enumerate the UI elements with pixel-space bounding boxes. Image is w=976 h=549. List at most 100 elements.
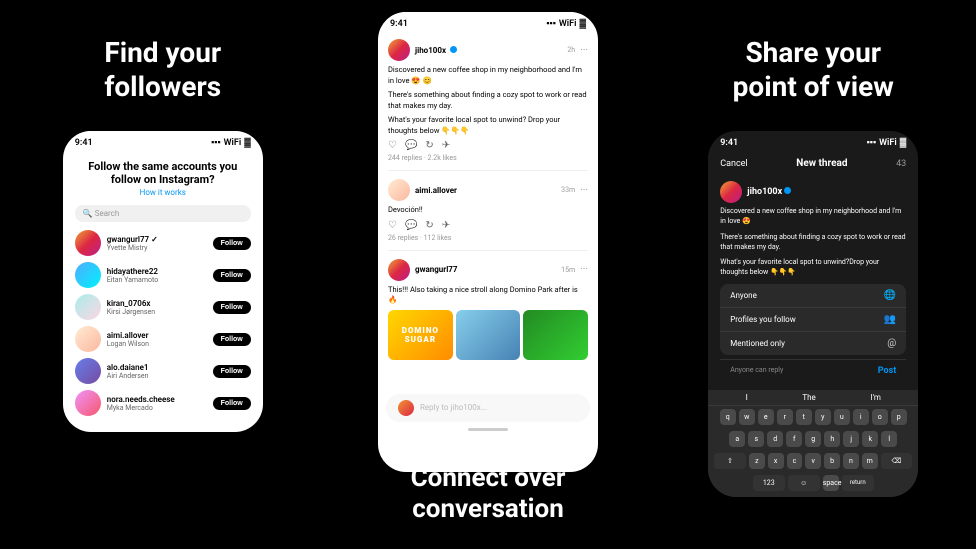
home-indicator xyxy=(468,428,508,431)
avatar-nora xyxy=(75,390,101,416)
post-2-username: aimi.allover xyxy=(415,186,556,195)
heart-icon-2[interactable]: ♡ xyxy=(388,220,397,231)
more-options-3[interactable]: ··· xyxy=(580,264,588,275)
signal-icon-right: ▪▪▪ xyxy=(867,137,877,148)
reply-option-mentioned[interactable]: Mentioned only @ xyxy=(720,332,906,355)
key-shift[interactable]: ⇧ xyxy=(714,453,746,469)
post-3-username: gwangurl77 xyxy=(415,265,556,274)
wifi-icon-right: WiFi xyxy=(879,138,897,148)
key-h[interactable]: h xyxy=(824,431,840,447)
status-bar-left: 9:41 ▪▪▪ WiFi ▓ xyxy=(63,131,263,150)
status-bar-right: 9:41 ▪▪▪ WiFi ▓ xyxy=(708,131,918,150)
share-icon-2[interactable]: ✈ xyxy=(442,220,450,231)
verified-badge-compose xyxy=(784,187,791,194)
avatar-hidayathere22 xyxy=(75,262,101,288)
key-r[interactable]: r xyxy=(777,409,793,425)
quick-word-2[interactable]: The xyxy=(802,393,815,402)
post-1-time: 2h xyxy=(567,46,575,54)
key-emoji[interactable]: ☺ xyxy=(788,475,820,491)
comment-icon-2[interactable]: 💬 xyxy=(405,220,417,231)
compose-title: New thread xyxy=(796,158,847,169)
left-phone-content: Follow the same accounts you follow on I… xyxy=(63,150,263,432)
key-s[interactable]: s xyxy=(748,431,764,447)
key-f[interactable]: f xyxy=(786,431,802,447)
park-image xyxy=(456,310,521,360)
key-q[interactable]: q xyxy=(720,409,736,425)
sign-image xyxy=(523,310,588,360)
key-return[interactable]: return xyxy=(842,475,874,491)
key-o[interactable]: o xyxy=(872,409,888,425)
key-m[interactable]: m xyxy=(862,453,878,469)
follow-button-4[interactable]: Follow xyxy=(213,333,251,346)
follow-button-1[interactable]: Follow xyxy=(213,237,251,250)
key-t[interactable]: t xyxy=(796,409,812,425)
post-button[interactable]: Post xyxy=(878,366,897,376)
key-v[interactable]: v xyxy=(805,453,821,469)
key-a[interactable]: a xyxy=(729,431,745,447)
avatar-aimi xyxy=(75,326,101,352)
at-icon: @ xyxy=(887,338,896,349)
keyboard: I The I'm q w e r t y u i o p a s d f xyxy=(708,390,918,497)
key-u[interactable]: u xyxy=(834,409,850,425)
quick-word-1[interactable]: I xyxy=(746,393,748,402)
left-panel: Find your followers 9:41 ▪▪▪ WiFi ▓ Foll… xyxy=(0,0,326,549)
post-1-avatar xyxy=(388,39,410,61)
key-b[interactable]: b xyxy=(824,453,840,469)
post-2-text: Devoción!! xyxy=(388,205,588,216)
follow-button-6[interactable]: Follow xyxy=(213,397,251,410)
more-options-1[interactable]: ··· xyxy=(580,45,588,56)
reply-option-following[interactable]: Profiles you follow 👥 xyxy=(720,308,906,332)
more-options-2[interactable]: ··· xyxy=(580,185,588,196)
key-n[interactable]: n xyxy=(843,453,859,469)
cancel-button[interactable]: Cancel xyxy=(720,159,747,169)
post-1: jiho100x 2h ··· Discovered a new coffee … xyxy=(388,39,588,171)
post-3-time: 15m xyxy=(561,266,575,274)
people-icon: 👥 xyxy=(884,314,896,325)
follow-button-5[interactable]: Follow xyxy=(213,365,251,378)
avatar-alo xyxy=(75,358,101,384)
right-phone: 9:41 ▪▪▪ WiFi ▓ Cancel New thread 43 jih… xyxy=(708,131,918,497)
post-3-text: This!!! Also taking a nice stroll along … xyxy=(388,285,588,306)
reply-input[interactable]: Reply to jiho100x... xyxy=(386,394,590,422)
key-x[interactable]: x xyxy=(768,453,784,469)
key-i[interactable]: i xyxy=(853,409,869,425)
quick-word-3[interactable]: I'm xyxy=(870,393,881,402)
key-k[interactable]: k xyxy=(862,431,878,447)
follow-item-2: hidayathere22 Eitan Yamamoto Follow xyxy=(75,262,251,288)
repost-icon-1[interactable]: ↻ xyxy=(425,140,433,151)
signal-icon-mid: ▪▪▪ xyxy=(546,18,556,29)
share-icon-1[interactable]: ✈ xyxy=(442,140,450,151)
search-bar[interactable]: 🔍 Search xyxy=(75,205,251,222)
keyboard-row-4: 123 ☺ space return xyxy=(708,472,918,497)
key-y[interactable]: y xyxy=(815,409,831,425)
key-backspace[interactable]: ⌫ xyxy=(881,453,913,469)
domino-image: DOMINOSUGAR xyxy=(388,310,453,360)
keyboard-row-3: ⇧ z x c v b n m ⌫ xyxy=(708,450,918,472)
follow-button-3[interactable]: Follow xyxy=(213,301,251,314)
key-g[interactable]: g xyxy=(805,431,821,447)
verified-badge-1 xyxy=(450,46,457,53)
follow-item-5: alo.daiane1 Airi Andersen Follow xyxy=(75,358,251,384)
key-d[interactable]: d xyxy=(767,431,783,447)
how-it-works-link[interactable]: How it works xyxy=(75,188,251,197)
comment-icon-1[interactable]: 💬 xyxy=(405,140,417,151)
battery-icon-right: ▓ xyxy=(900,137,907,148)
post-2-avatar xyxy=(388,179,410,201)
heart-icon-1[interactable]: ♡ xyxy=(388,140,397,151)
anyone-label: Anyone can reply xyxy=(730,366,783,376)
key-j[interactable]: j xyxy=(843,431,859,447)
key-w[interactable]: w xyxy=(739,409,755,425)
key-c[interactable]: c xyxy=(787,453,803,469)
reply-options: Anyone 🌐 Profiles you follow 👥 Mentioned… xyxy=(720,284,906,355)
repost-icon-2[interactable]: ↻ xyxy=(425,220,433,231)
follow-button-2[interactable]: Follow xyxy=(213,269,251,282)
key-numbers[interactable]: 123 xyxy=(753,475,785,491)
right-panel: Share your point of view 9:41 ▪▪▪ WiFi ▓… xyxy=(651,0,976,549)
key-z[interactable]: z xyxy=(749,453,765,469)
compose-text-2: There's something about finding a cozy s… xyxy=(720,233,906,253)
key-l[interactable]: l xyxy=(881,431,897,447)
key-p[interactable]: p xyxy=(891,409,907,425)
key-space[interactable]: space xyxy=(823,475,839,491)
reply-option-anyone[interactable]: Anyone 🌐 xyxy=(720,284,906,308)
key-e[interactable]: e xyxy=(758,409,774,425)
